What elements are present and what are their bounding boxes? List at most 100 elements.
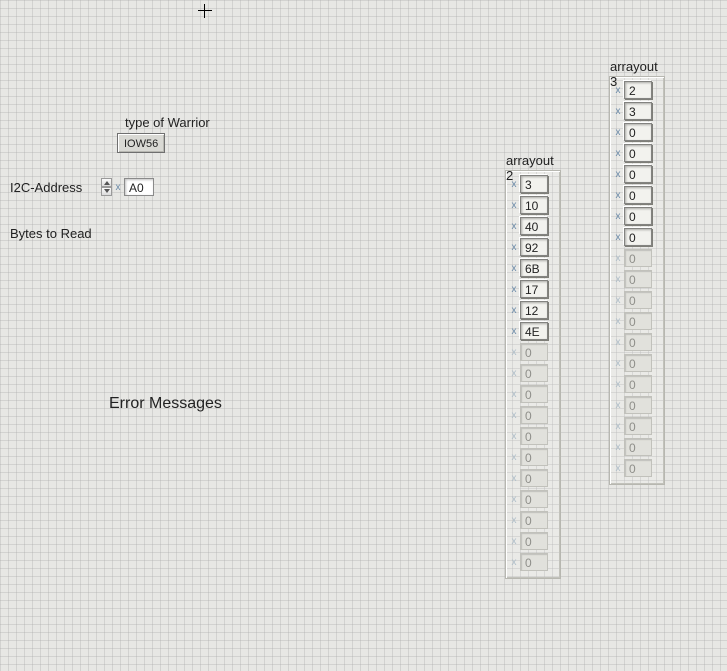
hex-prefix: x (614, 421, 622, 432)
arrayout2-cell-4-value[interactable]: 6B (520, 259, 548, 277)
arrayout2-cell-11-value: 0 (520, 406, 548, 424)
arrayout3-cell-2[interactable]: x0 (614, 123, 660, 141)
arrayout2-cell-5-value[interactable]: 17 (520, 280, 548, 298)
hex-prefix: x (510, 368, 518, 379)
arrayout3-cell-9-value: 0 (624, 270, 652, 288)
arrayout3-cell-5[interactable]: x0 (614, 186, 660, 204)
arrayout2-cell-14: x0 (510, 469, 556, 487)
arrayout2-cell-3[interactable]: x92 (510, 238, 556, 256)
hex-prefix: x (614, 316, 622, 327)
arrayout3-cell-13-value: 0 (624, 354, 652, 372)
i2c-address-spinner[interactable] (101, 178, 112, 196)
arrayout2-cell-14-value: 0 (520, 469, 548, 487)
arrayout2-cell-11: x0 (510, 406, 556, 424)
arrayout3-cell-16: x0 (614, 417, 660, 435)
arrayout2-cell-3-value[interactable]: 92 (520, 238, 548, 256)
arrayout2-cell-10: x0 (510, 385, 556, 403)
arrayout3-cell-7[interactable]: x0 (614, 228, 660, 246)
arrayout3-cell-15: x0 (614, 396, 660, 414)
i2c-address-increment[interactable] (101, 178, 112, 187)
i2c-address-control[interactable]: x A0 (101, 178, 154, 196)
arrayout3-cell-8-value: 0 (624, 249, 652, 267)
arrayout2-cell-13: x0 (510, 448, 556, 466)
hex-prefix: x (614, 442, 622, 453)
hex-prefix: x (614, 253, 622, 264)
arrayout3-cell-9: x0 (614, 270, 660, 288)
hex-prefix: x (510, 284, 518, 295)
arrayout2-cell-18: x0 (510, 553, 556, 571)
arrayout2-cell-5[interactable]: x17 (510, 280, 556, 298)
i2c-address-label: I2C-Address (10, 180, 82, 195)
arrayout3-cell-7-value[interactable]: 0 (624, 228, 652, 246)
arrayout2-cell-7-value[interactable]: 4E (520, 322, 548, 340)
arrayout2-cell-15: x0 (510, 490, 556, 508)
arrayout2-cell-1[interactable]: x10 (510, 196, 556, 214)
arrayout3-cell-3-value[interactable]: 0 (624, 144, 652, 162)
hex-prefix: x (510, 452, 518, 463)
arrayout2-cell-17-value: 0 (520, 532, 548, 550)
arrayout2-cell-6[interactable]: x12 (510, 301, 556, 319)
arrayout2-cell-8-value: 0 (520, 343, 548, 361)
arrayout3-cell-6[interactable]: x0 (614, 207, 660, 225)
hex-prefix: x (614, 379, 622, 390)
hex-prefix: x (510, 515, 518, 526)
arrayout3-cell-4-value[interactable]: 0 (624, 165, 652, 183)
arrayout2-cell-8: x0 (510, 343, 556, 361)
arrayout2-cell-7[interactable]: x4E (510, 322, 556, 340)
arrayout3-cell-3[interactable]: x0 (614, 144, 660, 162)
hex-prefix: x (614, 295, 622, 306)
arrayout2-cell-18-value: 0 (520, 553, 548, 571)
error-messages-label: Error Messages (109, 395, 222, 413)
hex-prefix: x (614, 211, 622, 222)
arrayout3-cell-2-value[interactable]: 0 (624, 123, 652, 141)
i2c-address-decrement[interactable] (101, 187, 112, 196)
arrayout2-cell-1-value[interactable]: 10 (520, 196, 548, 214)
arrayout2-cell-12: x0 (510, 427, 556, 445)
arrayout3-cell-11-value: 0 (624, 312, 652, 330)
arrayout2-cell-16: x0 (510, 511, 556, 529)
hex-prefix: x (614, 337, 622, 348)
arrayout2-cell-13-value: 0 (520, 448, 548, 466)
hex-prefix: x (510, 494, 518, 505)
arrayout-2-title: arrayout 2 (506, 153, 560, 183)
arrayout3-cell-18-value: 0 (624, 459, 652, 477)
hex-prefix: x (114, 182, 122, 193)
hex-prefix: x (510, 431, 518, 442)
type-of-warrior-value[interactable]: IOW56 (117, 133, 165, 153)
hex-prefix: x (614, 400, 622, 411)
hex-prefix: x (510, 200, 518, 211)
arrayout2-cell-4[interactable]: x6B (510, 259, 556, 277)
arrayout3-cell-18: x0 (614, 459, 660, 477)
arrayout3-cell-1-value[interactable]: 3 (624, 102, 652, 120)
arrayout2-cell-6-value[interactable]: 12 (520, 301, 548, 319)
hex-prefix: x (510, 389, 518, 400)
hex-prefix: x (614, 127, 622, 138)
arrayout3-cell-13: x0 (614, 354, 660, 372)
arrayout2-cell-2-value[interactable]: 40 (520, 217, 548, 235)
arrayout3-cell-16-value: 0 (624, 417, 652, 435)
arrayout2-cell-9-value: 0 (520, 364, 548, 382)
arrayout2-cell-2[interactable]: x40 (510, 217, 556, 235)
arrayout2-cell-17: x0 (510, 532, 556, 550)
hex-prefix: x (614, 232, 622, 243)
arrayout3-cell-10: x0 (614, 291, 660, 309)
hex-prefix: x (614, 106, 622, 117)
hex-prefix: x (614, 274, 622, 285)
i2c-address-field[interactable]: A0 (124, 178, 154, 196)
type-of-warrior-label: type of Warrior (125, 115, 210, 130)
arrayout3-cell-17-value: 0 (624, 438, 652, 456)
hex-prefix: x (510, 557, 518, 568)
hex-prefix: x (510, 473, 518, 484)
cursor-crosshair (198, 4, 212, 18)
arrayout3-cell-5-value[interactable]: 0 (624, 186, 652, 204)
arrayout3-cell-4[interactable]: x0 (614, 165, 660, 183)
arrayout3-cell-1[interactable]: x3 (614, 102, 660, 120)
arrayout3-cell-8: x0 (614, 249, 660, 267)
arrayout3-cell-10-value: 0 (624, 291, 652, 309)
arrayout-3: arrayout 3 x2x3x0x0x0x0x0x0x0x0x0x0x0x0x… (609, 76, 665, 485)
arrayout3-cell-6-value[interactable]: 0 (624, 207, 652, 225)
arrayout2-cell-15-value: 0 (520, 490, 548, 508)
arrayout3-cell-14: x0 (614, 375, 660, 393)
arrayout3-cell-17: x0 (614, 438, 660, 456)
hex-prefix: x (510, 326, 518, 337)
